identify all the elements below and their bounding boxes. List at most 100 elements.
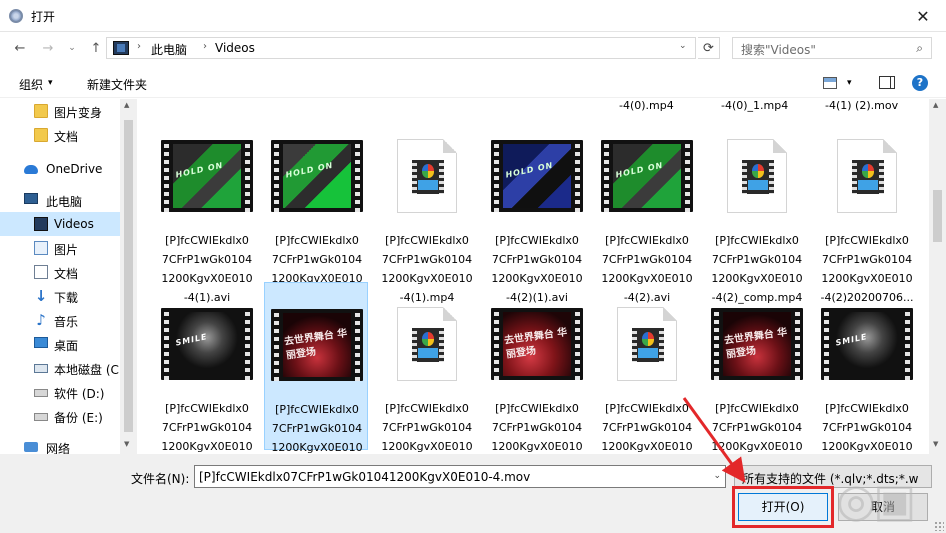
file-item[interactable]: SMILE [P]fcCWIEkdlx0 7CFrP1wGk0104 1200K… [155, 287, 259, 454]
file-name-partial[interactable]: -4(0).mp4 [619, 99, 674, 112]
file-name-partial[interactable]: -4(1) (2).mov [825, 99, 898, 112]
view-options-icon[interactable] [823, 77, 837, 89]
download-icon: ↓ [34, 287, 48, 305]
filename-label: 文件名(N): [131, 472, 190, 486]
sidebar-item-desktop[interactable]: 桌面 [0, 332, 120, 356]
breadcrumb-separator-icon[interactable]: › [137, 41, 141, 52]
sidebar-item-onedrive[interactable]: OneDrive [0, 157, 120, 181]
video-folder-icon [34, 217, 48, 231]
sidebar-item-label: 文档 [54, 267, 79, 281]
file-list-scrollbar-thumb[interactable] [933, 190, 942, 242]
network-icon [24, 442, 38, 452]
breadcrumb-separator-icon[interactable]: › [203, 41, 207, 52]
sidebar-item-this-pc[interactable]: 此电脑 [0, 188, 120, 212]
video-thumbnail: HOLD ON [271, 140, 363, 212]
navigation-pane: 图片变身 文档 OneDrive 此电脑 Videos 图片 文档 ↓ 下载 ♪… [0, 99, 137, 454]
file-item[interactable]: [P]fcCWIEkdlx0 7CFrP1wGk0104 1200KgvX0E0… [705, 119, 809, 304]
breadcrumb-this-pc[interactable]: 此电脑 [151, 41, 187, 58]
file-item[interactable]: HOLD ON [P]fcCWIEkdlx0 7CFrP1wGk0104 120… [155, 119, 259, 304]
media-file-icon [727, 139, 787, 213]
music-icon: ♪ [36, 311, 46, 329]
up-button[interactable]: ↑ [86, 39, 106, 57]
file-name: [P]fcCWIEkdlx0 7CFrP1wGk0104 1200KgvX0E0… [271, 403, 363, 454]
file-item[interactable]: HOLD ON [P]fcCWIEkdlx0 7CFrP1wGk0104 120… [595, 119, 699, 304]
sidebar-item-drive-c[interactable]: 本地磁盘 (C [0, 356, 120, 380]
sidebar-item-label: 图片 [54, 243, 79, 257]
sidebar-item-videos[interactable]: Videos [0, 212, 120, 236]
pictures-icon [34, 241, 48, 255]
file-item[interactable]: [P]fcCWIEkdlx0 7CFrP1wGk0104 1200KgvX0E0… [595, 287, 699, 454]
drive-icon [34, 389, 48, 397]
sidebar-item-label: 桌面 [54, 339, 79, 353]
desktop-icon [34, 337, 48, 348]
video-thumbnail: 去世界舞台 华丽登场 [711, 308, 803, 380]
filename-input[interactable]: [P]fcCWIEkdlx07CFrP1wGk01041200KgvX0E010… [194, 465, 726, 488]
file-name-partial[interactable]: -4(0)_1.mp4 [721, 99, 788, 112]
file-item[interactable]: [P]fcCWIEkdlx0 7CFrP1wGk0104 1200KgvX0E0… [375, 119, 479, 304]
sidebar-scrollbar-thumb[interactable] [124, 120, 133, 432]
video-thumbnail: HOLD ON [161, 140, 253, 212]
filename-value: [P]fcCWIEkdlx07CFrP1wGk01041200KgvX0E010… [199, 470, 531, 484]
filename-chevron-down-icon[interactable]: ⌄ [713, 471, 721, 481]
file-name: [P]fcCWIEkdlx0 7CFrP1wGk0104 1200KgvX0E0… [711, 402, 803, 453]
file-item[interactable]: [P]fcCWIEkdlx0 7CFrP1wGk0104 1200KgvX0E0… [375, 287, 479, 454]
organize-chevron-down-icon[interactable]: ▾ [48, 78, 53, 88]
resize-grip[interactable] [934, 521, 944, 531]
sidebar-item-downloads[interactable]: ↓ 下载 [0, 284, 120, 308]
app-icon [9, 9, 23, 23]
file-name: [P]fcCWIEkdlx0 7CFrP1wGk0104 1200KgvX0E0… [821, 402, 913, 453]
video-folder-icon [113, 41, 129, 55]
back-button[interactable]: ← [10, 39, 30, 57]
video-thumbnail: SMILE [161, 308, 253, 380]
sidebar-item-pictures[interactable]: 图片 [0, 236, 120, 260]
preview-pane-icon[interactable] [879, 76, 895, 89]
sidebar-scroll-down-icon[interactable]: ▼ [124, 440, 129, 448]
refresh-button[interactable]: ⟳ [698, 37, 720, 59]
forward-button[interactable]: → [38, 39, 58, 57]
file-item[interactable]: 去世界舞台 华丽登场 [P]fcCWIEkdlx0 7CFrP1wGk0104 … [705, 287, 809, 454]
file-item[interactable]: HOLD ON [P]fcCWIEkdlx0 7CFrP1wGk0104 120… [265, 119, 369, 304]
file-list-scrollbar[interactable] [929, 99, 946, 454]
sidebar-item-image-change[interactable]: 图片变身 [0, 99, 120, 123]
cloud-icon [24, 165, 38, 174]
search-input[interactable]: 搜索"Videos" ⌕ [732, 37, 932, 59]
file-scroll-down-icon[interactable]: ▼ [933, 440, 938, 448]
file-list: -4(0).mp4 -4(0)_1.mp4 -4(1) (2).mov HOLD… [137, 99, 929, 454]
sidebar-item-drive-e[interactable]: 备份 (E:) [0, 404, 120, 428]
address-dropdown-chevron-down-icon[interactable]: ⌄ [679, 41, 687, 51]
folder-icon [34, 128, 48, 142]
sidebar-item-music[interactable]: ♪ 音乐 [0, 308, 120, 332]
file-name: [P]fcCWIEkdlx0 7CFrP1wGk0104 1200KgvX0E0… [161, 402, 253, 453]
sidebar-item-drive-d[interactable]: 软件 (D:) [0, 380, 120, 404]
file-item-selected[interactable]: 去世界舞台 华丽登场 [P]fcCWIEkdlx0 7CFrP1wGk0104 … [264, 282, 368, 454]
search-icon: ⌕ [916, 41, 923, 55]
breadcrumb-videos[interactable]: Videos [215, 41, 255, 55]
recent-locations-chevron-down-icon[interactable]: ⌄ [62, 39, 82, 57]
sidebar-item-label: 本地磁盘 (C [54, 363, 119, 377]
video-thumbnail: HOLD ON [601, 140, 693, 212]
sidebar-item-documents-folder[interactable]: 文档 [0, 123, 120, 147]
sidebar-item-label: 音乐 [54, 315, 79, 329]
open-button[interactable]: 打开(O) [738, 493, 828, 521]
address-bar[interactable]: › 此电脑 › Videos ⌄ [106, 37, 696, 59]
new-folder-button[interactable]: 新建文件夹 [87, 76, 147, 93]
media-file-icon [397, 139, 457, 213]
view-chevron-down-icon[interactable]: ▾ [847, 78, 852, 88]
help-icon[interactable]: ? [912, 75, 928, 91]
title-bar: 打开 ✕ [0, 0, 946, 32]
file-item[interactable]: HOLD ON [P]fcCWIEkdlx0 7CFrP1wGk0104 120… [485, 119, 589, 304]
sidebar-item-documents[interactable]: 文档 [0, 260, 120, 284]
sidebar-item-network[interactable]: 网络 [0, 435, 120, 454]
sidebar-item-label: 备份 (E:) [54, 411, 103, 425]
file-item[interactable]: SMILE [P]fcCWIEkdlx0 7CFrP1wGk0104 1200K… [815, 287, 919, 454]
file-item[interactable]: 去世界舞台 华丽登场 [P]fcCWIEkdlx0 7CFrP1wGk0104 … [485, 287, 589, 454]
organize-button[interactable]: 组织 [19, 76, 43, 93]
sidebar-scroll-up-icon[interactable]: ▲ [124, 101, 129, 109]
video-thumbnail: SMILE [821, 308, 913, 380]
close-button[interactable]: ✕ [900, 0, 946, 32]
file-name: [P]fcCWIEkdlx0 7CFrP1wGk0104 1200KgvX0E0… [601, 402, 693, 453]
file-item[interactable]: [P]fcCWIEkdlx0 7CFrP1wGk0104 1200KgvX0E0… [815, 119, 919, 304]
command-toolbar: 组织 ▾ 新建文件夹 ▾ ? [0, 68, 946, 98]
video-thumbnail: 去世界舞台 华丽登场 [491, 308, 583, 380]
file-scroll-up-icon[interactable]: ▲ [933, 101, 938, 109]
